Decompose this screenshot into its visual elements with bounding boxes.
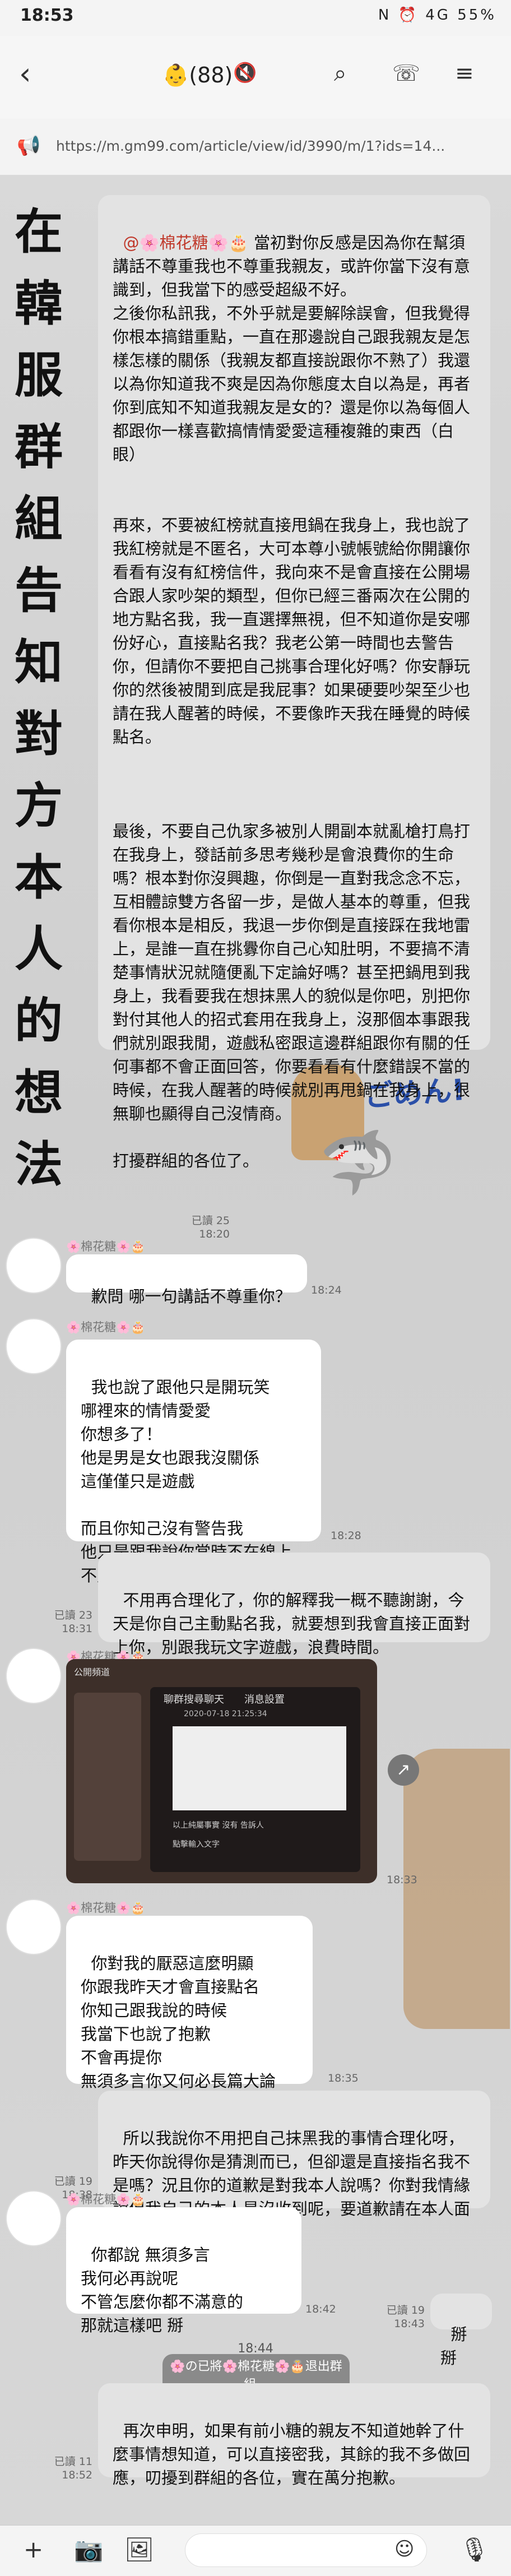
side-caption-char: 本: [15, 849, 63, 906]
message-time: 18:35: [328, 2072, 359, 2084]
status-bar: 18:53 N ⏰ 4G 55%: [0, 0, 511, 36]
message-time: 18:33: [387, 1874, 417, 1886]
message-bubble-out[interactable]: 所以我說你不用把自己抹黑我的事情合理化呀，昨天你說得你是猜測而已，但卻還是直接指…: [98, 2091, 490, 2242]
message-bubble-out[interactable]: @🌸棉花糖🌸🎂 當初對你反感是因為你在幫須講話不尊重我也不尊重我親友，或許你當下…: [98, 195, 490, 1170]
message-bubble-in[interactable]: 歉問 哪一句講話不尊重你？: [66, 1254, 307, 1306]
sender-name: 🌸棉花糖🌸🎂: [66, 1901, 146, 1915]
side-caption-char: 韓: [15, 275, 63, 332]
mention-tag[interactable]: @🌸棉花糖🌸🎂: [123, 233, 248, 252]
side-caption-char: 在: [15, 203, 63, 260]
image-left-label: 公開頻道: [74, 1667, 110, 1678]
camera-icon[interactable]: 📷: [74, 2536, 103, 2564]
side-caption-char: 組: [15, 490, 63, 547]
message-bubble-in[interactable]: 我也說了跟他只是開玩笑 哪裡來的情情愛愛 你想多了！ 他是男是女也跟我沒關係 這…: [66, 1340, 321, 1585]
image-timestamp: 2020-07-18 21:25:34: [184, 1709, 267, 1718]
pinned-url[interactable]: https://m.gm99.com/article/view/id/3990/…: [56, 138, 445, 154]
message-text: 你對我的厭惡這麼明顯 你跟我昨天才會直接點名 你知己跟我說的時候 我當下也說了抱…: [81, 1954, 276, 2091]
image-message-body: [173, 1726, 346, 1810]
read-receipt: 已讀 23 18:31: [54, 1609, 92, 1635]
background-cat-decoration-2: [403, 1749, 510, 2029]
share-icon[interactable]: ↗: [388, 1754, 419, 1786]
sender-name: 🌸棉花糖🌸🎂: [66, 1321, 146, 1334]
side-caption-char: 告: [15, 562, 63, 619]
side-caption-char: 方: [15, 777, 63, 834]
message-bubble-out[interactable]: 掰掰: [430, 2294, 492, 2367]
avatar[interactable]: [6, 2190, 62, 2246]
message-bubble-out[interactable]: 再次申明，如果有前小糖的親友不知道她幹了什麼事情想知道，可以直接密我，其餘的我不…: [98, 2383, 490, 2487]
read-receipt: 已讀 11 18:52: [54, 2455, 92, 2481]
avatar[interactable]: [6, 1648, 62, 1704]
image-chat-panel: 聊群搜尋聊天 消息設置 2020-07-18 21:25:34 以上純屬事實 沒…: [150, 1687, 360, 1872]
side-caption: 在韓服群組告知對方本人的想法: [8, 196, 69, 1201]
message-bubble-out[interactable]: 不用再合理化了，你的解釋我一概不聽謝謝，今天是你自己主動點名我，就要想到我會直接…: [98, 1553, 490, 1657]
microphone-icon[interactable]: 🎙: [459, 2536, 489, 2564]
avatar[interactable]: [6, 1899, 62, 1955]
message-text: 歉問 哪一句講話不尊重你？: [91, 1287, 291, 1306]
status-indicators: N ⏰ 4G 55%: [378, 7, 496, 24]
read-receipt: 已讀 25 18:20: [191, 1215, 230, 1240]
menu-icon[interactable]: ≡: [455, 61, 474, 86]
side-caption-char: 服: [15, 347, 63, 404]
emoji-icon[interactable]: ☺: [394, 2538, 414, 2560]
side-caption-char: 想: [15, 1064, 63, 1121]
message-bubble-in[interactable]: 你對我的厭惡這麼明顯 你跟我昨天才會直接點名 你知己跟我說的時候 我當下也說了抱…: [66, 1916, 313, 2091]
sender-name: 🌸棉花糖🌸🎂: [66, 2193, 146, 2206]
side-caption-char: 的: [15, 993, 63, 1049]
plus-icon[interactable]: +: [24, 2536, 43, 2563]
status-time: 18:53: [20, 6, 74, 25]
side-caption-char: 人: [15, 921, 63, 977]
group-title: 👶(88): [162, 63, 233, 88]
image-input: 點擊輸入文字: [173, 1840, 220, 1849]
message-bubble-in[interactable]: 你都說 無須多言 我何必再說呢 不管怎麼你都不滿意的 那就這樣吧 掰: [66, 2207, 301, 2335]
input-bar: + 📷 🖼 ☺ 🎙: [0, 2525, 511, 2576]
call-icon[interactable]: ☏: [392, 61, 420, 86]
announcement-icon: 📢: [17, 135, 41, 157]
mute-icon: 🔇: [233, 62, 257, 84]
message-input[interactable]: [185, 2533, 427, 2567]
avatar[interactable]: [6, 1318, 62, 1374]
group-avatar-emoji: 👶: [162, 63, 189, 87]
image-panel-title: 聊群搜尋聊天 消息設置: [164, 1694, 285, 1706]
read-receipt: 已讀 19 18:43: [386, 2304, 425, 2330]
search-icon[interactable]: ⌕: [334, 61, 346, 86]
back-icon[interactable]: ‹: [19, 56, 31, 91]
screenshot-image-message[interactable]: 公開頻道 聊群搜尋聊天 消息設置 2020-07-18 21:25:34 以上純…: [66, 1659, 377, 1883]
pinned-url-bar[interactable]: 📢 https://m.gm99.com/article/view/id/399…: [0, 119, 511, 175]
member-count: (88): [189, 63, 233, 87]
sender-name: 🌸棉花糖🌸🎂: [66, 1240, 146, 1253]
image-icon[interactable]: 🖼: [124, 2536, 154, 2564]
side-caption-char: 法: [15, 1136, 63, 1193]
image-caption: 以上純屬事實 沒有 告訴人: [173, 1821, 264, 1830]
side-caption-char: 知: [15, 634, 63, 691]
avatar[interactable]: [6, 1238, 62, 1294]
image-sidebar: [74, 1693, 141, 1861]
shark-sticker-icon: 🦈: [319, 1127, 396, 1198]
chat-header: ‹ 👶(88) 🔇 ⌕ ☏ ≡: [0, 36, 511, 119]
side-caption-char: 群: [15, 419, 63, 475]
message-time: 18:28: [331, 1530, 361, 1542]
side-caption-char: 對: [15, 706, 63, 762]
message-text: 當初對你反感是因為你在幫須講話不尊重我也不尊重我親友，或許你當下沒有意識到，但我…: [113, 233, 471, 1170]
message-time: 18:42: [305, 2303, 336, 2315]
message-time: 18:24: [311, 1284, 342, 1296]
